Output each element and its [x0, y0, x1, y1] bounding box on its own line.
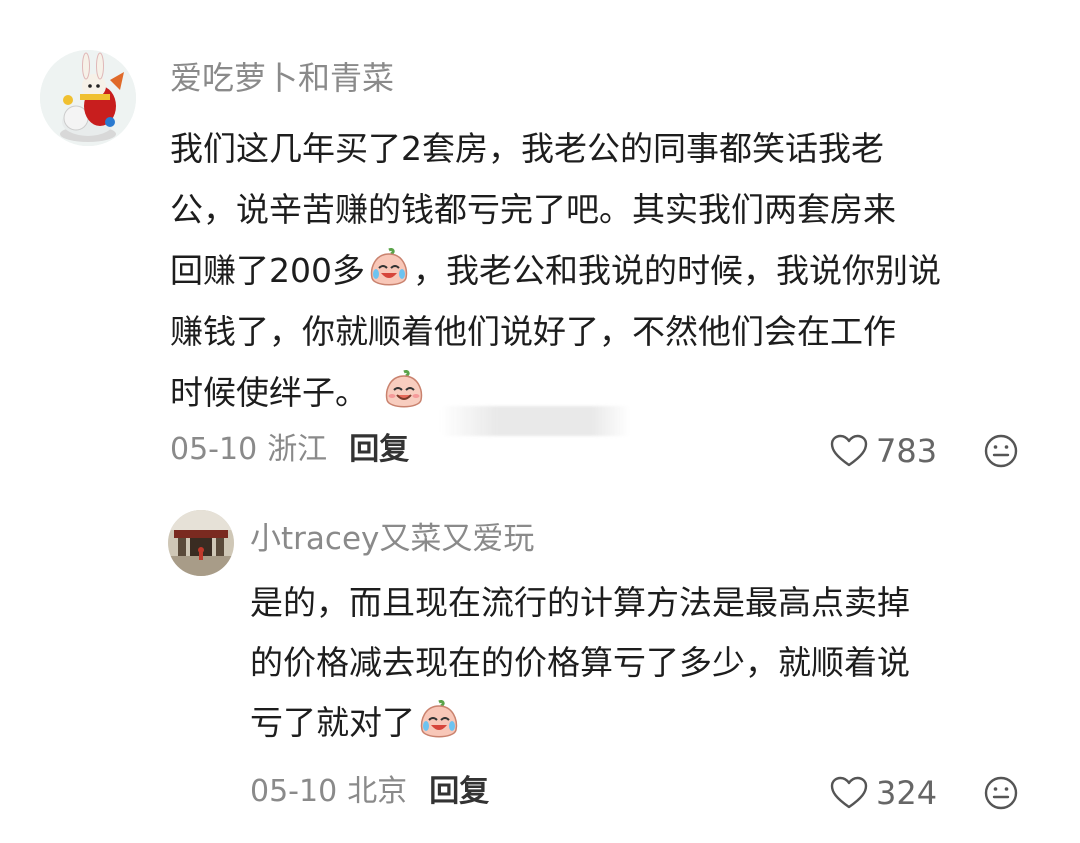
comment-line-segment: 亏了就对了: [250, 703, 415, 742]
comment-line: 公，说辛苦赚的钱都亏完了吧。其实我们两套房来: [170, 190, 896, 229]
laugh-cry-emoji: [420, 700, 458, 738]
smiley-icon: [984, 776, 1018, 810]
comment-text: 我们这几年买了2套房，我老公的同事都笑话我老 公，说辛苦赚的钱都亏完了吧。其实我…: [170, 118, 1050, 423]
username[interactable]: 小tracey又菜又爱玩: [250, 518, 534, 560]
reply-comment-item: 小tracey又菜又爱玩 是的，而且现在流行的计算方法是最高点卖掉 的价格减去现…: [0, 480, 1080, 843]
comment-line-segment: 时候使绊子。: [170, 373, 368, 412]
comment-item: 爱吃萝卜和青菜 我们这几年买了2套房，我老公的同事都笑话我老 公，说辛苦赚的钱都…: [0, 0, 1080, 480]
heart-outline-icon: [830, 776, 868, 809]
comment-line: 回赚了200多 ，我老公和我说的时候，我说你别说: [170, 240, 1050, 301]
comment-more-button[interactable]: [983, 775, 1019, 815]
comment-more-button[interactable]: [983, 433, 1019, 473]
comment-date: 05-10: [170, 432, 258, 467]
comment-line: 赚钱了，你就顺着他们说好了，不然他们会在工作: [170, 312, 896, 351]
reply-button[interactable]: 回复: [349, 428, 409, 472]
like-button[interactable]: 783: [830, 430, 937, 472]
comment-text: 是的，而且现在流行的计算方法是最高点卖掉 的价格减去现在的价格算亏了多少，就顺着…: [250, 573, 1050, 753]
comment-date: 05-10: [250, 774, 338, 809]
avatar[interactable]: [40, 50, 136, 146]
reply-button[interactable]: 回复: [429, 770, 489, 814]
like-count: 324: [876, 774, 938, 812]
comment-line: 是的，而且现在流行的计算方法是最高点卖掉: [250, 583, 910, 622]
comment-line-segment: ，我老公和我说的时候，我说你别说: [413, 251, 941, 290]
comment-line: 亏了就对了: [250, 693, 1050, 753]
comment-meta: 05-10 浙江 回复: [170, 428, 409, 472]
watermark-blur: [440, 406, 630, 436]
comment-location: 浙江: [267, 432, 328, 467]
comment-line: 我们这几年买了2套房，我老公的同事都笑话我老: [170, 129, 884, 168]
temple-photo-avatar-image: [168, 510, 234, 576]
username[interactable]: 爱吃萝卜和青菜: [170, 56, 394, 100]
comment-meta: 05-10 北京 回复: [250, 770, 489, 814]
comment-line: 的价格减去现在的价格算亏了多少，就顺着说: [250, 643, 910, 682]
smiley-icon: [984, 434, 1018, 468]
laugh-cry-emoji: [370, 248, 408, 286]
like-button[interactable]: 324: [830, 772, 937, 814]
heart-outline-icon: [830, 434, 868, 467]
smile-emoji: [385, 370, 423, 408]
avatar[interactable]: [168, 510, 234, 576]
rabbit-figurine-avatar-image: [40, 50, 136, 146]
comment-location: 北京: [347, 774, 408, 809]
comment-line-segment: 回赚了200多: [170, 251, 365, 290]
like-count: 783: [876, 432, 938, 470]
